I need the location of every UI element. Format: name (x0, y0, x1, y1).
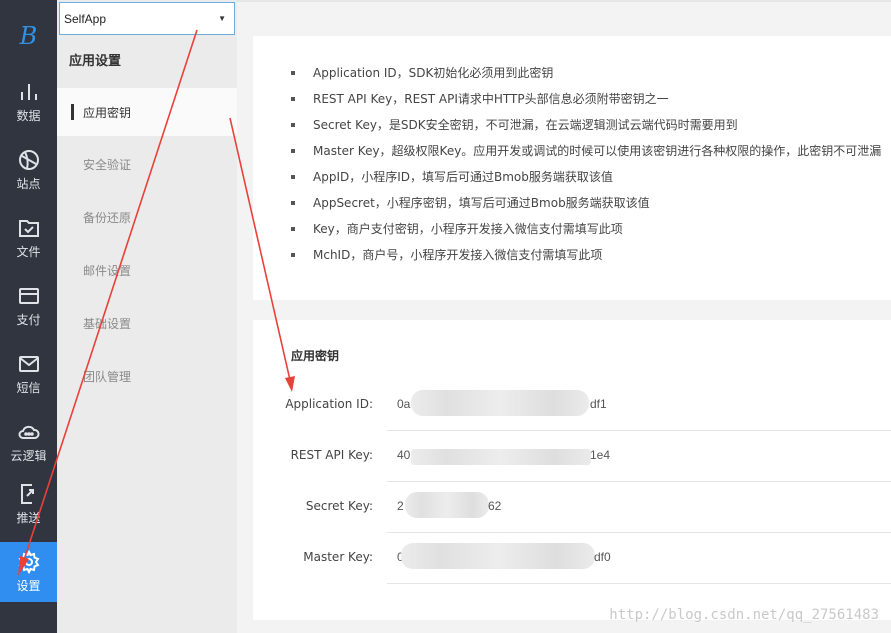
info-item: AppSecret，小程序密钥，填写后可通过Bmob服务端获取该值 (291, 195, 881, 221)
key-value[interactable]: 40 1e4 (387, 431, 891, 482)
redaction-blur (405, 492, 489, 518)
key-label: Secret Key: (305, 499, 373, 513)
info-list: Application ID，SDK初始化必须用到此密钥 REST API Ke… (291, 65, 881, 273)
mail-icon (18, 356, 39, 372)
info-card: Application ID，SDK初始化必须用到此密钥 REST API Ke… (253, 36, 891, 300)
key-label: Master Key: (303, 550, 373, 564)
nav-label: 设置 (16, 579, 41, 593)
keys-card: 应用密钥 Application ID: 0a df1 REST API Key… (253, 320, 891, 620)
nav-label: 数据 (16, 109, 41, 123)
redaction-blur (411, 390, 589, 416)
key-value[interactable]: 0 df0 (387, 533, 891, 584)
key-value-suffix: df1 (590, 397, 607, 411)
globe-icon (18, 150, 39, 170)
sidebar-item-team[interactable]: 团队管理 (57, 352, 237, 400)
sidebar-item-backup[interactable]: 备份还原 (57, 193, 237, 241)
nav-item-sites[interactable]: 站点 (0, 140, 57, 200)
key-label: Application ID: (285, 397, 373, 411)
cloud-icon (18, 425, 39, 439)
info-item: AppID，小程序ID，填写后可通过Bmob服务端获取该值 (291, 169, 881, 195)
key-value-suffix: df0 (594, 550, 611, 564)
info-item: Key，商户支付密钥，小程序开发接入微信支付需填写此项 (291, 221, 881, 247)
nav-item-data[interactable]: 数据 (0, 72, 57, 132)
folder-check-icon (18, 220, 39, 237)
nav-item-settings[interactable]: 设置 (0, 542, 57, 602)
nav-item-sms[interactable]: 短信 (0, 344, 57, 404)
nav-item-payment[interactable]: 支付 (0, 276, 57, 336)
nav-item-push[interactable]: 推送 (0, 474, 57, 534)
app-selector-value: SelfApp (64, 11, 107, 26)
key-value[interactable]: 0a df1 (387, 380, 891, 431)
key-label: REST API Key: (290, 448, 373, 462)
main-nav: B 数据 站点 文件 支付 短信 云逻辑 推送 设置 (0, 0, 57, 633)
info-item: Master Key，超级权限Key。应用开发或调试的时候可以使用该密钥进行各种… (291, 143, 881, 169)
key-value-suffix: 1e4 (590, 448, 611, 462)
info-item: Secret Key，是SDK安全密钥，不可泄漏，在云端逻辑测试云端代码时需要用… (291, 117, 881, 143)
push-icon (20, 484, 34, 504)
watermark: http://blog.csdn.net/qq_27561483 (609, 607, 879, 623)
nav-label: 推送 (16, 511, 41, 525)
gear-icon (18, 550, 39, 574)
redaction-blur (411, 449, 591, 465)
sidebar-title: 应用设置 (69, 54, 122, 69)
sidebar-item-app-keys[interactable]: 应用密钥 (57, 88, 237, 136)
key-value[interactable]: 2 62 (387, 482, 891, 533)
sidebar-item-basic[interactable]: 基础设置 (57, 299, 237, 347)
key-row-secret-key: Secret Key: 2 62 (253, 482, 891, 533)
key-value-prefix: 40 (397, 448, 411, 462)
nav-item-files[interactable]: 文件 (0, 208, 57, 268)
nav-label: 文件 (16, 245, 41, 259)
sidebar-item-email[interactable]: 邮件设置 (57, 246, 237, 294)
sidebar-item-security[interactable]: 安全验证 (57, 140, 237, 188)
key-value-prefix: 2 (397, 499, 404, 513)
redaction-blur (401, 543, 595, 569)
key-row-application-id: Application ID: 0a df1 (253, 380, 891, 431)
info-item: Application ID，SDK初始化必须用到此密钥 (291, 65, 881, 91)
credit-card-icon (18, 288, 39, 304)
settings-sidebar: SelfApp ▼ 应用设置 应用密钥 安全验证 备份还原 邮件设置 基础设置 … (57, 0, 237, 633)
top-divider (237, 0, 891, 2)
nav-label: 短信 (16, 381, 41, 395)
app-logo[interactable]: B (0, 0, 57, 72)
info-item: MchID，商户号，小程序开发接入微信支付需填写此项 (291, 247, 881, 273)
key-row-master-key: Master Key: 0 df0 (253, 533, 891, 584)
info-item: REST API Key，REST API请求中HTTP头部信息必须附带密钥之一 (291, 91, 881, 117)
nav-label: 站点 (16, 177, 41, 191)
keys-card-title: 应用密钥 (291, 349, 340, 363)
bar-chart-icon (20, 84, 37, 100)
nav-item-cloud-logic[interactable]: 云逻辑 (0, 412, 57, 472)
main-content: Application ID，SDK初始化必须用到此密钥 REST API Ke… (237, 0, 891, 633)
nav-label: 云逻辑 (10, 449, 47, 463)
app-selector[interactable]: SelfApp ▼ (59, 2, 235, 35)
nav-label: 支付 (16, 313, 41, 327)
key-value-prefix: 0a (397, 397, 411, 411)
key-value-suffix: 62 (488, 499, 502, 513)
key-row-rest-api-key: REST API Key: 40 1e4 (253, 431, 891, 482)
chevron-down-icon: ▼ (218, 14, 226, 23)
